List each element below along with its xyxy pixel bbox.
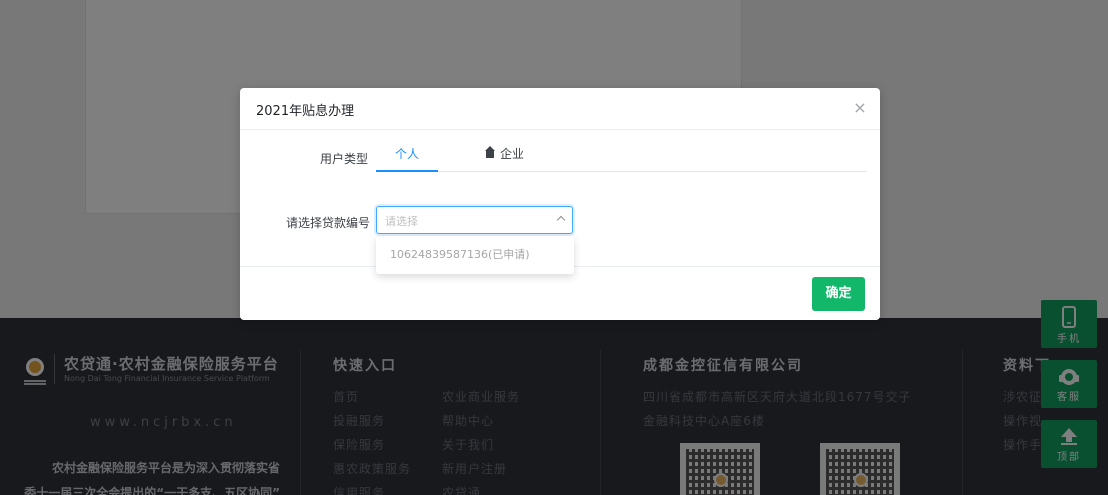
user-type-label: 用户类型	[320, 152, 369, 166]
loan-number-select[interactable]: 请选择	[376, 206, 573, 234]
tab-personal[interactable]: 个人	[376, 142, 438, 172]
select-placeholder: 请选择	[385, 215, 418, 228]
tab-enterprise[interactable]: 企业	[470, 142, 540, 172]
subsidy-dialog: 2021年贴息办理 × 用户类型 个人 企业 请选择贷款编号 请选择 确定	[240, 88, 880, 320]
chevron-up-icon	[556, 215, 566, 225]
user-type-tabs: 个人 企业	[376, 142, 867, 172]
dialog-title: 2021年贴息办理	[256, 104, 355, 119]
close-icon[interactable]: ×	[852, 100, 868, 116]
dropdown-option[interactable]: 10624839587136(已申请)	[376, 236, 574, 274]
loan-number-label: 请选择贷款编号	[286, 216, 371, 230]
dialog-header: 2021年贴息办理 ×	[240, 88, 880, 130]
loan-number-dropdown: 10624839587136(已申请)	[376, 236, 574, 274]
confirm-button[interactable]: 确定	[812, 277, 865, 311]
tab-enterprise-label: 企业	[499, 147, 524, 161]
home-icon	[484, 146, 495, 158]
